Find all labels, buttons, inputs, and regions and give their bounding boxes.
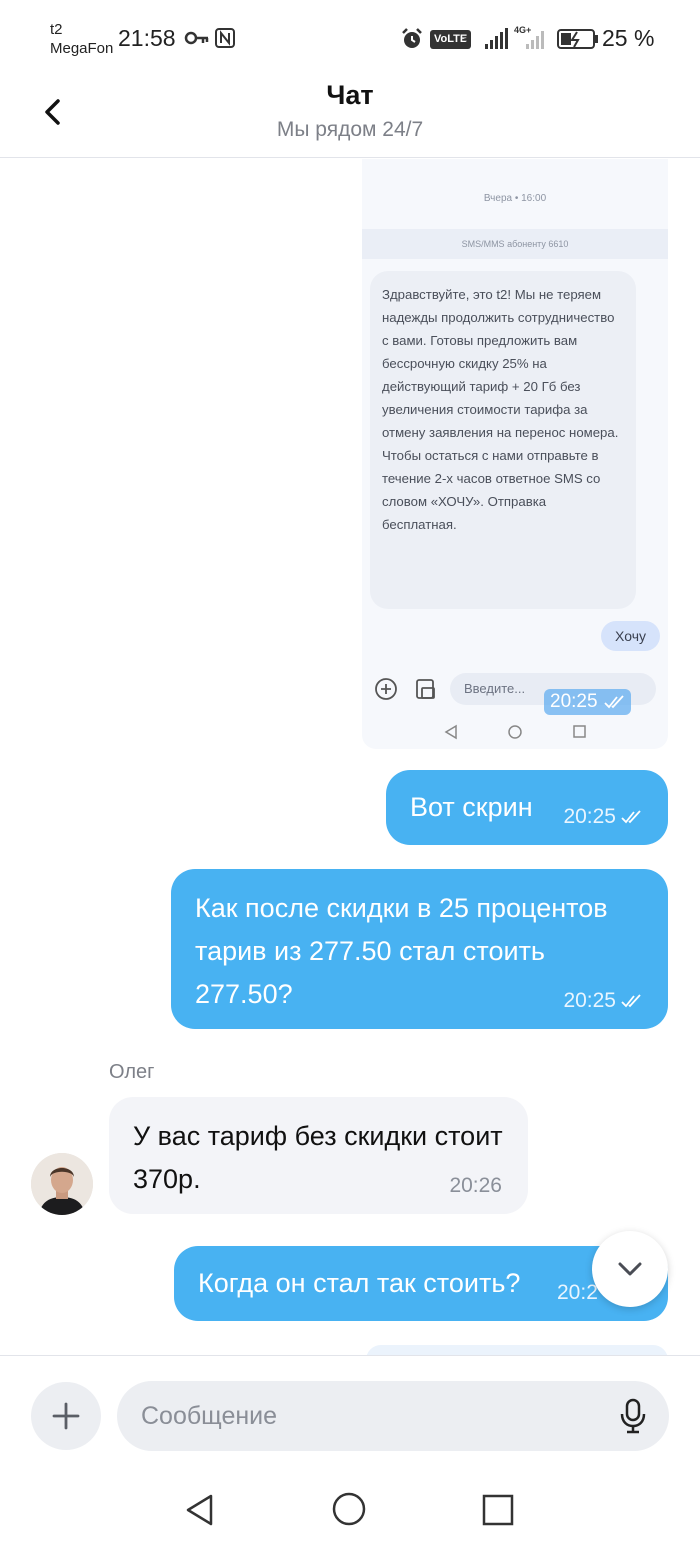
nav-home-icon[interactable] bbox=[331, 1491, 367, 1527]
chevron-down-icon bbox=[618, 1262, 642, 1276]
nfc-icon bbox=[215, 28, 235, 48]
microphone-icon[interactable] bbox=[618, 1398, 648, 1434]
message-meta: 20:25 bbox=[563, 805, 642, 829]
alarm-icon bbox=[402, 28, 422, 48]
page-subtitle: Мы рядом 24/7 bbox=[276, 118, 424, 141]
scroll-down-button[interactable] bbox=[592, 1231, 668, 1307]
sender-name: Олег bbox=[109, 1061, 155, 1083]
status-time: 21:58 bbox=[118, 25, 176, 51]
image-plus-icon bbox=[375, 678, 397, 700]
message-input[interactable]: Сообщение bbox=[117, 1381, 669, 1451]
outgoing-message[interactable]: Как после скидки в 25 процентов тарив из… bbox=[171, 869, 668, 1029]
signal-secondary-icon bbox=[526, 31, 544, 49]
message-text: Как после скидки в 25 процентов тарив из… bbox=[195, 893, 608, 1009]
image-date-label: Вчера • 16:00 bbox=[483, 193, 547, 204]
message-time: 20:25 bbox=[563, 805, 616, 828]
carrier-bottom: MegaFon bbox=[50, 40, 114, 57]
plus-icon bbox=[52, 1402, 80, 1430]
sim-indicator: 2 bbox=[463, 37, 469, 48]
message-text: У вас тариф без скидки стоит 370р. bbox=[133, 1121, 503, 1194]
image-time: 20:25 bbox=[550, 691, 598, 712]
nav-back-icon[interactable] bbox=[183, 1493, 217, 1527]
image-gallery-icon bbox=[416, 679, 435, 699]
message-meta: 20:26 bbox=[449, 1174, 502, 1198]
attach-button[interactable] bbox=[31, 1382, 101, 1450]
message-input-placeholder: Сообщение bbox=[141, 1402, 278, 1430]
message-time: 20:2 bbox=[557, 1281, 598, 1304]
composer: Сообщение bbox=[0, 1355, 700, 1463]
outgoing-message[interactable]: Вот скрин 20:25 bbox=[386, 770, 668, 845]
signal-icon bbox=[485, 28, 508, 49]
battery-percent: 25 % bbox=[602, 25, 655, 51]
message-time: 20:25 bbox=[563, 989, 616, 1012]
carrier-label: t2 MegaFon bbox=[50, 20, 113, 58]
image-reply-bubble: Хочу bbox=[601, 621, 660, 651]
image-navbar bbox=[444, 724, 586, 740]
system-navbar bbox=[0, 1463, 700, 1548]
nav-recent-apps-icon[interactable] bbox=[481, 1493, 515, 1527]
image-message[interactable]: Вчера • 16:00 SMS/MMS абоненту 6610 Здра… bbox=[362, 159, 668, 749]
image-timestamp: 20:25 bbox=[544, 689, 631, 715]
key-icon bbox=[184, 31, 209, 45]
message-text: Когда он стал так стоить? bbox=[198, 1268, 521, 1298]
double-check-icon bbox=[621, 994, 641, 1008]
status-bar: t2 MegaFon 21:58 VoLTE 2 4G+ 25 % bbox=[0, 0, 700, 70]
message-meta: 20:2 bbox=[557, 1281, 598, 1305]
message-text: Вот скрин bbox=[410, 792, 533, 822]
chat-screen: t2 MegaFon 21:58 VoLTE 2 4G+ 25 % Чат Мы… bbox=[0, 0, 700, 1548]
image-sms-header: SMS/MMS абоненту 6610 bbox=[362, 229, 668, 259]
next-message-preview bbox=[366, 1345, 668, 1355]
avatar[interactable] bbox=[31, 1153, 93, 1215]
message-meta: 20:25 bbox=[563, 989, 642, 1013]
battery-icon bbox=[557, 29, 598, 49]
double-check-icon bbox=[621, 810, 641, 824]
incoming-message[interactable]: У вас тариф без скидки стоит 370р. 20:26 bbox=[109, 1097, 528, 1214]
carrier-top: t2 bbox=[50, 21, 63, 38]
message-time: 20:26 bbox=[449, 1174, 502, 1197]
page-title: Чат bbox=[326, 80, 374, 110]
chat-header: Чат Мы рядом 24/7 bbox=[0, 70, 700, 158]
double-check-icon bbox=[604, 695, 624, 709]
person-avatar-icon bbox=[31, 1153, 93, 1215]
image-sms-bubble: Здравствуйте, это t2! Мы не теряем надеж… bbox=[370, 271, 636, 609]
message-list[interactable]: Вчера • 16:00 SMS/MMS абоненту 6610 Здра… bbox=[0, 159, 700, 1355]
